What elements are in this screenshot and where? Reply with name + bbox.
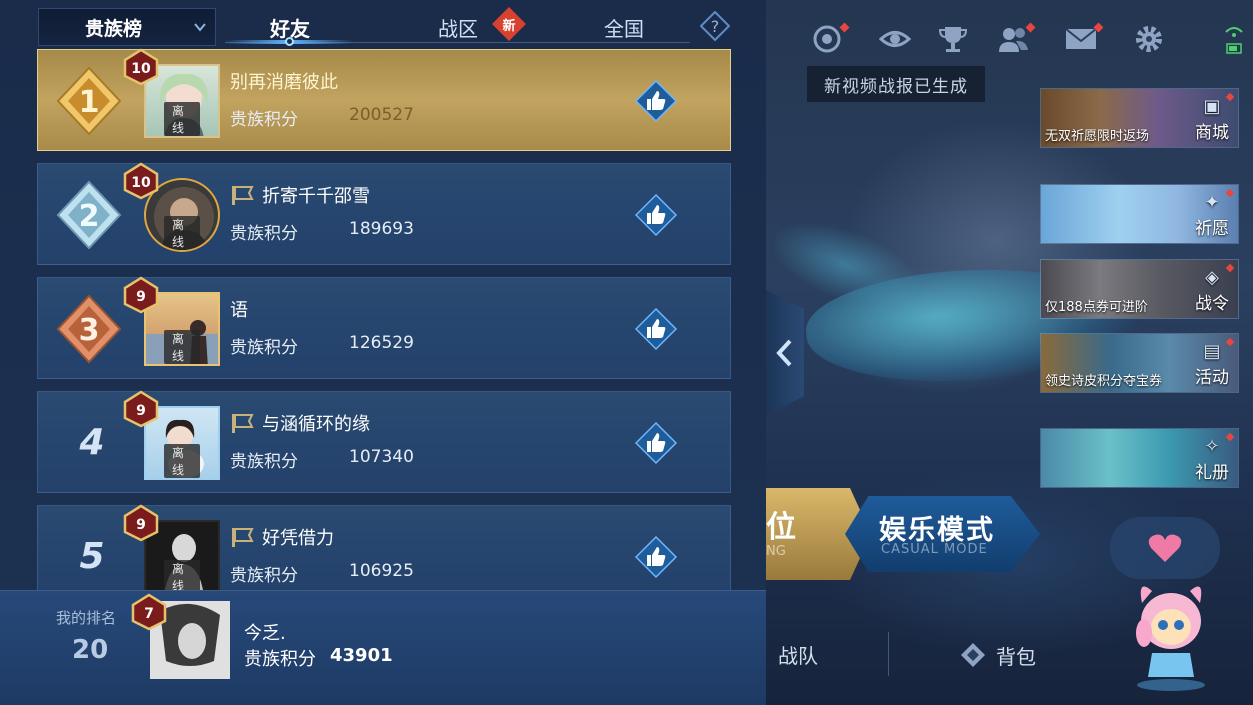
battery-icon — [1224, 20, 1244, 60]
score-label: 贵族积分 — [230, 224, 298, 244]
offline-tag: 离线 — [164, 444, 200, 478]
leaderboard-row[interactable]: 5 离线 9 好凭借力 贵族积分 106925 — [37, 504, 731, 596]
score-value: 106925 — [349, 561, 414, 581]
rank-number: 5 — [79, 536, 105, 577]
svg-text:2: 2 — [79, 199, 100, 234]
heart-icon — [1148, 534, 1182, 562]
help-icon[interactable]: ? — [700, 11, 730, 41]
rank-bronze-badge: 3 — [56, 294, 122, 364]
gift-book-icon: ✧ — [1204, 436, 1220, 457]
tab-national[interactable]: 全国 — [586, 10, 662, 44]
my-rank-label: 我的排名 — [56, 609, 117, 627]
banner-gift-book[interactable]: ✧ 礼册 — [1040, 428, 1239, 488]
leaderboard-tabs: 贵族榜 好友 战区 新 全国 ? — [0, 0, 766, 50]
chevron-down-icon — [194, 23, 206, 32]
my-score-label: 贵族积分 — [244, 649, 316, 670]
player-name: 折寄千千邵雪 — [230, 182, 370, 208]
player-name: 与涵循环的缘 — [230, 410, 370, 436]
banner-wish[interactable]: ✦ 祈愿 — [1040, 184, 1239, 244]
player-name: 好凭借力 — [230, 524, 334, 550]
leaderboard-panel: 贵族榜 好友 战区 新 全国 ? 1 离线 10 别再消磨彼此 贵族积分 200… — [0, 0, 766, 705]
my-player-name: 今乏. — [244, 623, 286, 644]
active-tab-indicator-dot — [285, 37, 294, 46]
svg-text:3: 3 — [79, 313, 100, 348]
shop-icon: ▣ — [1203, 96, 1221, 117]
nav-divider — [888, 632, 889, 676]
collapse-panel-button[interactable] — [766, 290, 804, 415]
friends-icon[interactable] — [996, 22, 1036, 56]
leaderboard-row[interactable]: 2 离线 10 折寄千千邵雪 贵族积分 189693 — [37, 162, 731, 265]
leaderboard-row[interactable]: 3 离线 9 语 贵族积分 126529 — [37, 276, 731, 379]
title-flag-icon — [232, 414, 254, 433]
mail-icon[interactable] — [1064, 22, 1104, 56]
pet-speech-bubble — [1110, 517, 1220, 579]
pet-character — [1136, 586, 1205, 691]
leaderboard-row[interactable]: 4 离线 9 与涵循环的缘 贵族积分 107340 — [37, 390, 731, 493]
bag-icon — [961, 643, 985, 667]
banner-battle-pass[interactable]: 仅188点券可进阶 ◈ 战令 — [1040, 259, 1239, 319]
title-flag-icon — [232, 186, 254, 205]
like-icon[interactable] — [634, 193, 678, 237]
record-icon[interactable] — [810, 22, 850, 56]
like-icon[interactable] — [634, 421, 678, 465]
score-value: 200527 — [349, 105, 414, 125]
like-icon[interactable] — [634, 307, 678, 351]
casual-mode-button[interactable]: 娱乐模式 CASUAL MODE — [845, 496, 1040, 572]
eye-icon[interactable] — [878, 22, 912, 56]
offline-tag: 离线 — [164, 102, 200, 136]
score-value: 189693 — [349, 219, 414, 239]
player-name: 别再消磨彼此 — [230, 72, 338, 93]
battle-pass-icon: ◈ — [1205, 267, 1219, 288]
leaderboard-row[interactable]: 1 离线 10 别再消磨彼此 贵族积分 200527 — [37, 48, 731, 151]
score-label: 贵族积分 — [230, 566, 298, 586]
event-icon: ▤ — [1203, 341, 1221, 362]
like-icon[interactable] — [634, 79, 678, 123]
title-flag-icon — [232, 528, 254, 547]
rank-gold-badge: 1 — [56, 66, 122, 136]
team-nav-button[interactable]: 战队 — [778, 640, 818, 669]
tab-war-zone[interactable]: 战区 — [420, 10, 496, 44]
bag-nav-button[interactable]: 背包 — [958, 640, 1036, 670]
svg-text:?: ? — [711, 17, 720, 36]
score-value: 126529 — [349, 333, 414, 353]
rank-number: 4 — [79, 422, 105, 463]
offline-tag: 离线 — [164, 560, 200, 594]
chevron-left-icon — [776, 339, 792, 366]
offline-tag: 离线 — [164, 330, 200, 364]
my-rank-bar: 我的排名 20 7 今乏. 贵族积分 43901 — [0, 590, 766, 705]
wish-icon: ✦ — [1204, 192, 1220, 213]
svg-text:1: 1 — [79, 85, 100, 120]
my-rank-number: 20 — [72, 635, 109, 665]
score-value: 107340 — [349, 447, 414, 467]
like-icon[interactable] — [634, 535, 678, 579]
my-score-value: 43901 — [330, 645, 393, 666]
video-report-tooltip: 新视频战报已生成 — [807, 66, 985, 102]
pet-companion[interactable] — [1110, 515, 1245, 700]
leaderboard-type-dropdown[interactable]: 贵族榜 — [38, 8, 216, 46]
settings-icon[interactable] — [1132, 22, 1166, 56]
banner-shop[interactable]: 无双祈愿限时返场 ▣ 商城 — [1040, 88, 1239, 148]
player-name: 语 — [230, 300, 248, 321]
score-label: 贵族积分 — [230, 452, 298, 472]
score-label: 贵族积分 — [230, 338, 298, 358]
offline-tag: 离线 — [164, 216, 200, 250]
score-label: 贵族积分 — [230, 110, 298, 130]
rank-silver-badge: 2 — [56, 180, 122, 250]
trophy-icon[interactable] — [936, 22, 970, 56]
new-badge: 新 — [492, 7, 526, 41]
banner-event[interactable]: 领史诗皮积分夺宝券 ▤ 活动 — [1040, 333, 1239, 393]
